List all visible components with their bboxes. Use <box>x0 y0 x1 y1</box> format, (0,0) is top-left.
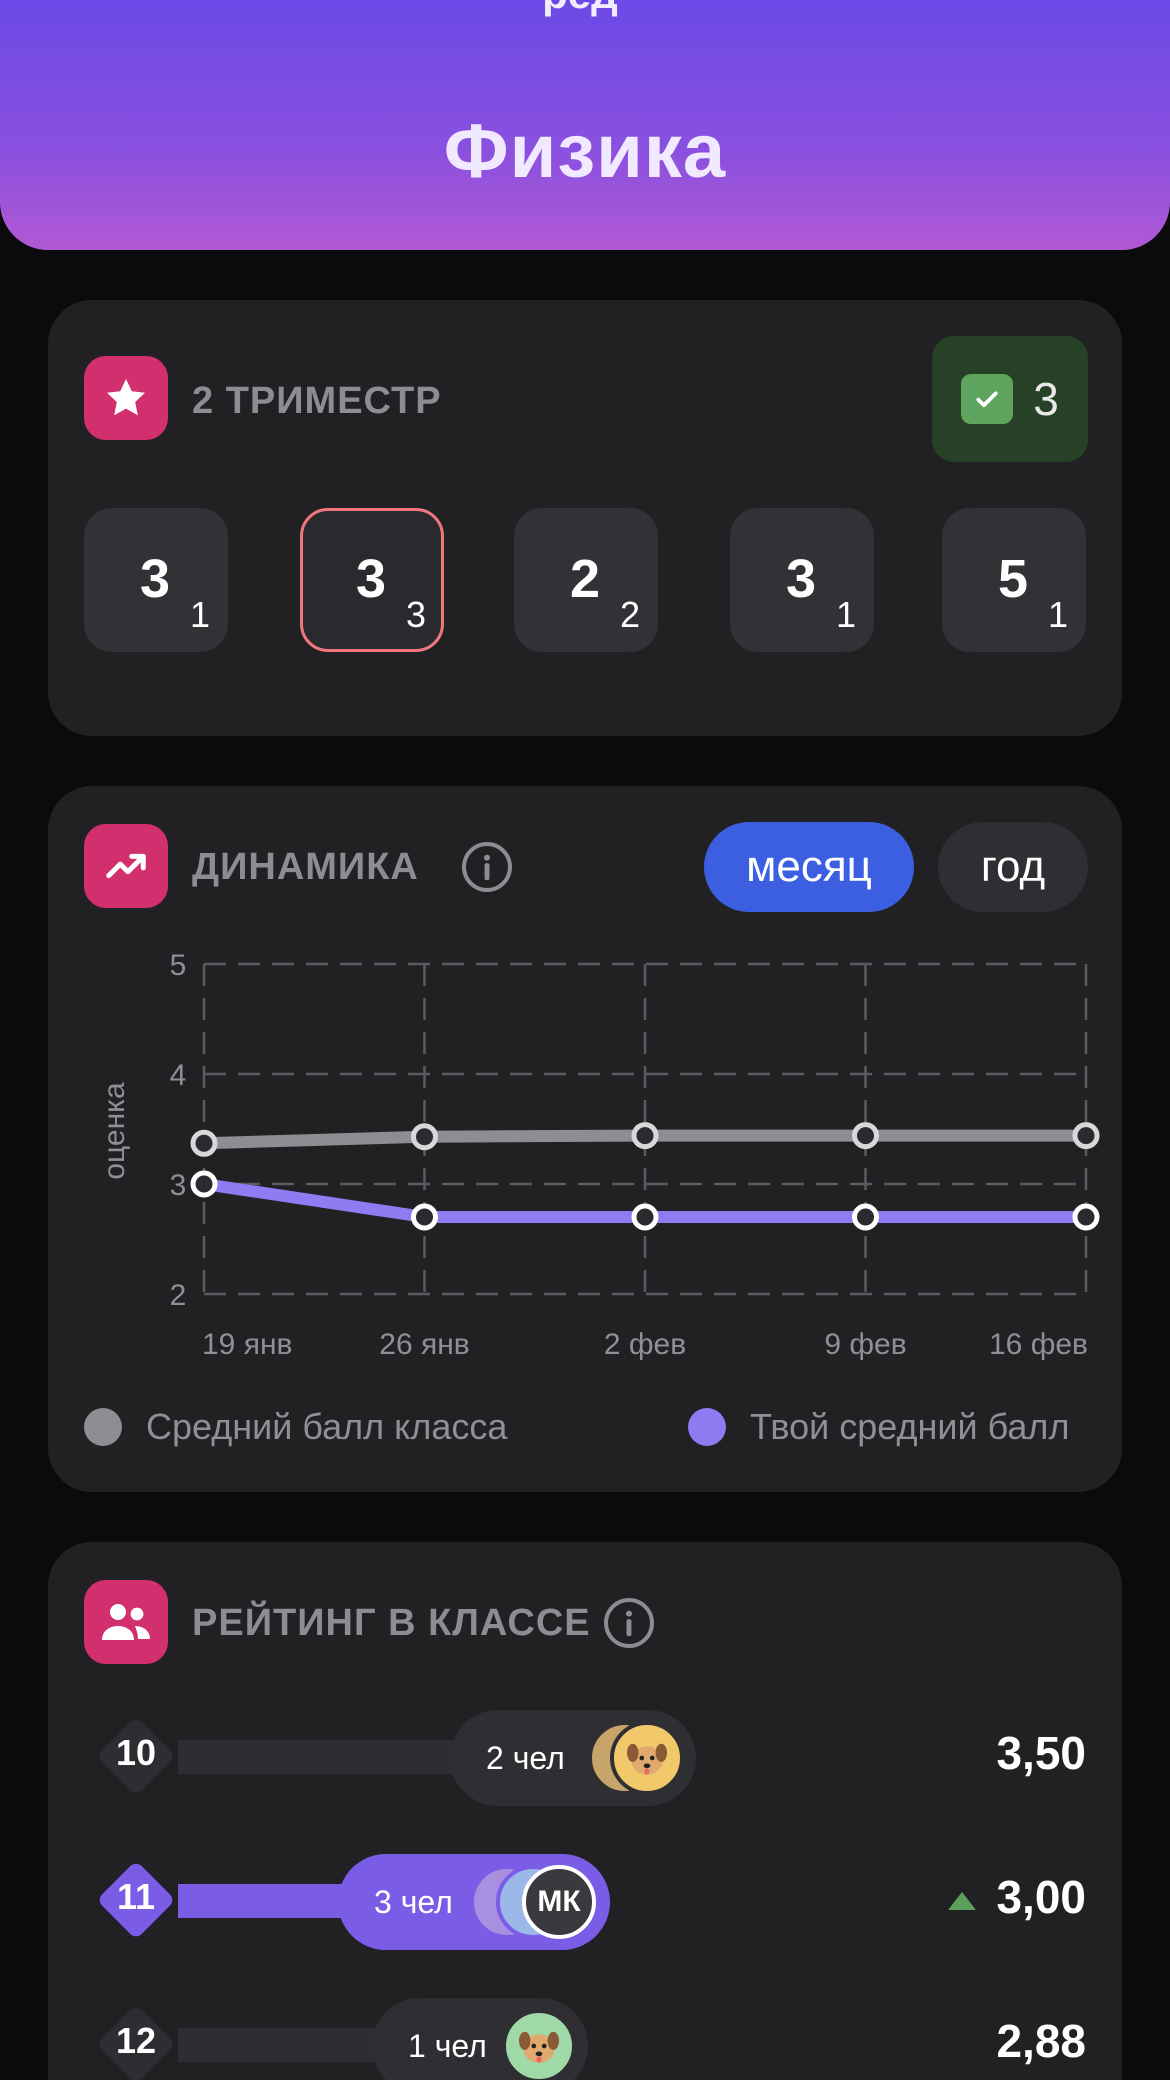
data-point <box>411 1123 438 1151</box>
data-point <box>411 1203 438 1231</box>
rating-score: 3,00 <box>996 1871 1086 1923</box>
rating-row-current[interactable]: 11 3 чел МК 3,00 <box>48 1850 1122 1950</box>
grade-tile[interactable]: 2 2 <box>514 508 658 652</box>
x-tick-label: 9 фев <box>824 1328 906 1361</box>
rating-row[interactable]: 10 2 чел 3,50 <box>48 1706 1122 1806</box>
grade-tile[interactable]: 3 1 <box>84 508 228 652</box>
grade-value: 2 <box>570 549 601 609</box>
star-icon <box>84 356 168 440</box>
data-point <box>631 1122 659 1150</box>
people-pill[interactable]: 3 чел МК <box>338 1854 610 1950</box>
x-tick-label: 26 янв <box>379 1328 469 1361</box>
rating-card: РЕЙТИНГ В КЛАССЕ 10 2 чел 3,50 11 3 чел … <box>48 1542 1122 2080</box>
info-icon[interactable] <box>604 1598 654 1648</box>
x-tick-label: 16 фев <box>989 1328 1088 1361</box>
people-count: 1 чел <box>408 2027 487 2064</box>
people-pill[interactable]: 1 чел <box>372 1998 588 2080</box>
check-icon <box>961 374 1014 424</box>
users-icon <box>84 1580 168 1664</box>
grade-weight: 1 <box>836 594 857 635</box>
legend-dot-violet <box>688 1408 726 1446</box>
final-grade-badge[interactable]: 3 <box>932 336 1088 462</box>
grade-value: 3 <box>786 549 817 609</box>
data-point <box>1072 1122 1100 1150</box>
legend-class-avg: Средний балл класса <box>84 1406 507 1448</box>
grade-value: 5 <box>998 549 1029 609</box>
y-tick-label: 5 <box>170 949 187 982</box>
grade-tile[interactable]: 5 1 <box>942 508 1086 652</box>
data-point <box>852 1203 879 1231</box>
rating-title: РЕЙТИНГ В КЛАССЕ <box>192 1602 591 1644</box>
people-count: 3 чел <box>374 1883 453 1920</box>
page-title: Физика <box>443 109 727 194</box>
grade-tile-highlighted[interactable]: 3 3 <box>300 508 444 652</box>
y-tick-label: 3 <box>170 1169 187 1202</box>
x-tick-label: 19 янв <box>202 1328 292 1361</box>
grade-weight: 1 <box>1048 594 1069 635</box>
legend-dot-gray <box>84 1408 122 1446</box>
legend-my-avg: Твой средний балл <box>688 1406 1069 1448</box>
rating-row[interactable]: 12 1 чел 2,88 <box>48 1994 1122 2080</box>
dynamics-card: ДИНАМИКА месяц год 2 3 4 5 19 янв 26 янв 2 фев… <box>48 786 1122 1492</box>
term-title: 2 ТРИМЕСТР <box>192 380 442 422</box>
term-card: 2 ТРИМЕСТР 3 3 1 3 3 2 2 3 1 5 1 <box>48 300 1122 736</box>
data-point <box>631 1203 659 1231</box>
people-pill[interactable]: 2 чел <box>450 1710 696 1806</box>
grade-value: 3 <box>356 549 387 609</box>
legend-label: Средний балл класса <box>146 1406 508 1447</box>
rating-score: 2,88 <box>996 2015 1086 2067</box>
legend-label: Твой средний балл <box>750 1406 1070 1447</box>
grade-value: 3 <box>140 549 171 609</box>
place-number: 11 <box>116 1876 156 1917</box>
subject-header: ред Физика <box>0 0 1170 250</box>
data-point <box>190 1129 218 1157</box>
trend-up-icon <box>948 1892 976 1910</box>
data-point <box>852 1122 879 1150</box>
y-tick-label: 4 <box>170 1059 187 1092</box>
grade-tile[interactable]: 3 1 <box>730 508 874 652</box>
y-axis-label: оценка <box>98 1082 131 1180</box>
grade-weight: 1 <box>190 594 211 635</box>
people-count: 2 чел <box>486 1739 565 1776</box>
y-tick-label: 2 <box>170 1279 187 1312</box>
avatar-initials: МК <box>522 1865 596 1939</box>
data-point <box>1072 1203 1100 1231</box>
x-tick-label: 2 фев <box>604 1328 686 1361</box>
grade-weight: 2 <box>620 594 641 635</box>
avatar-dog <box>502 2009 576 2080</box>
final-grade-value: 3 <box>1033 373 1059 425</box>
place-number: 12 <box>115 2020 157 2061</box>
data-point <box>190 1170 218 1198</box>
grade-weight: 3 <box>406 594 427 635</box>
avatar-dog <box>610 1721 684 1795</box>
dynamics-chart: 2 3 4 5 19 янв 26 янв 2 фев 9 фев 16 фев оценка <box>98 949 1100 1361</box>
header-cut-text: ред <box>430 0 730 17</box>
place-number: 10 <box>115 1732 157 1773</box>
rating-score: 3,50 <box>996 1727 1086 1779</box>
